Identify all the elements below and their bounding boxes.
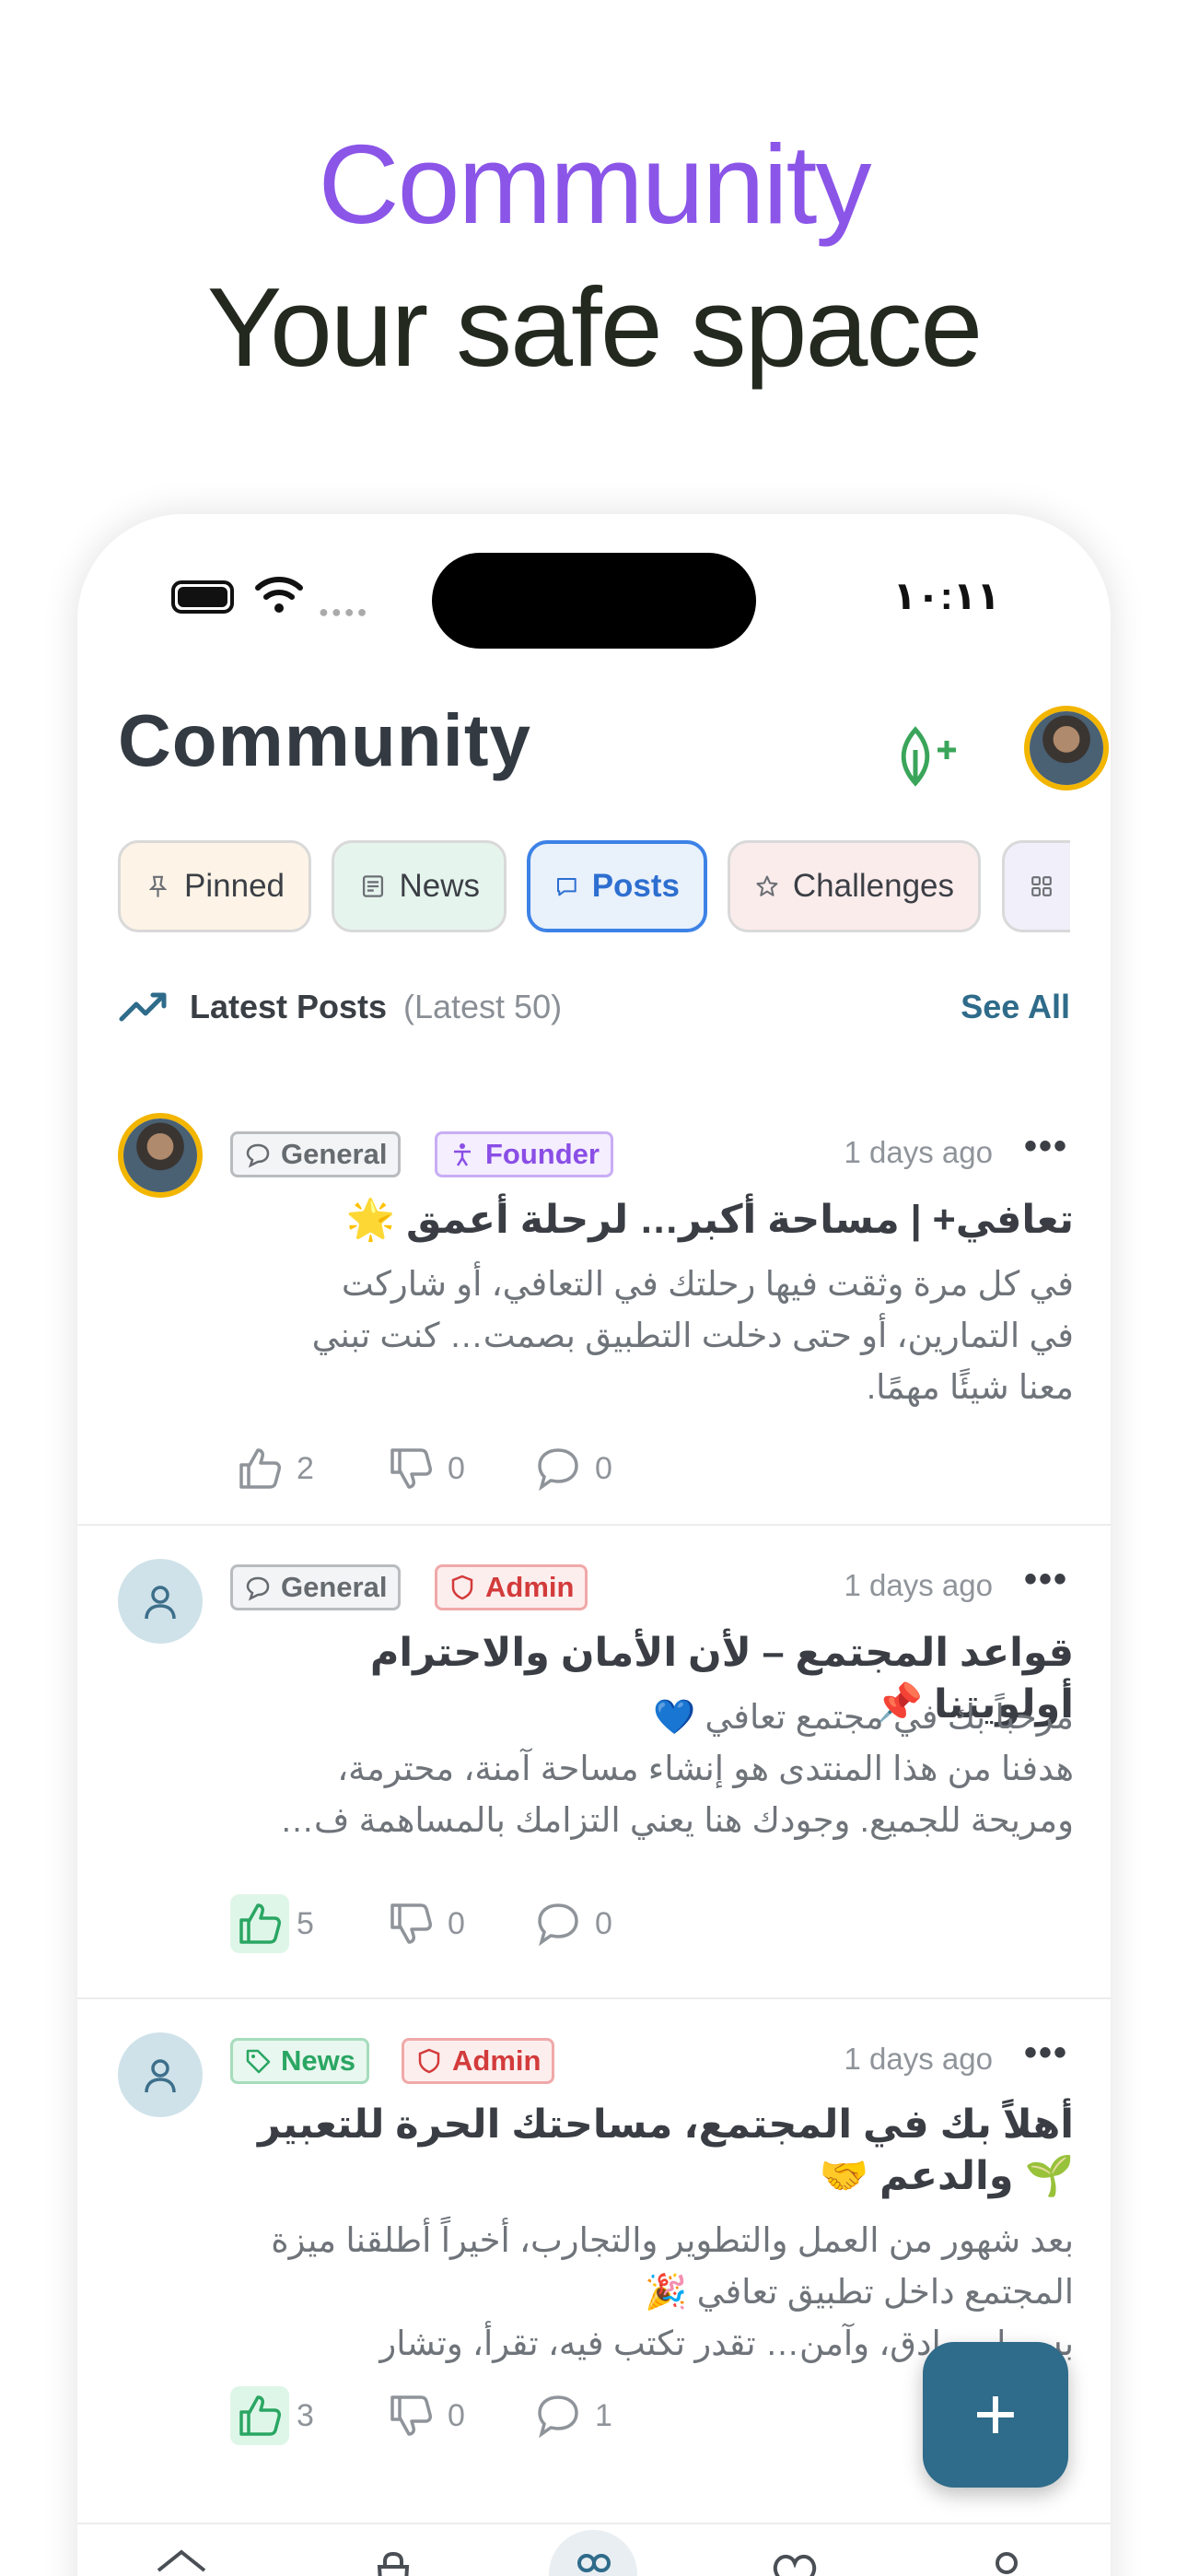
thumbs-up-icon xyxy=(230,1894,289,1953)
post-time: 1 days ago xyxy=(844,1568,993,1602)
tab-label: News xyxy=(399,868,480,904)
battery-icon xyxy=(171,580,234,614)
thumbs-up-icon xyxy=(230,1439,289,1498)
chat-icon xyxy=(246,1143,270,1168)
comment-button[interactable]: 0 xyxy=(529,1894,612,1953)
thumbs-down-icon xyxy=(381,2386,440,2445)
heart-link-icon[interactable] xyxy=(764,2543,825,2576)
user-icon xyxy=(145,2059,176,2093)
phone-frame: ●●●● ١٠:١١ Community Pinned News Posts C… xyxy=(77,514,1111,2576)
wifi-icon xyxy=(255,577,303,613)
comment-icon xyxy=(529,2386,588,2445)
badge-admin: Admin xyxy=(435,1564,588,1610)
tab-posts[interactable]: Posts xyxy=(527,840,707,932)
dynamic-island xyxy=(432,553,756,649)
dislike-button[interactable]: 0 xyxy=(381,1894,465,1953)
like-button[interactable]: 5 xyxy=(230,1894,314,1953)
thumbs-down-icon xyxy=(381,1894,440,1953)
page-title: Community xyxy=(118,699,531,781)
person-icon xyxy=(454,1143,471,1166)
post-title[interactable]: تعافي+ | مساحة أكبر… لرحلة أعمق 🌟 xyxy=(230,1194,1074,1246)
badge-general: General xyxy=(230,1131,402,1177)
comment-button[interactable]: 1 xyxy=(529,2386,612,2445)
chat-icon xyxy=(246,1576,270,1601)
post-card[interactable]: General Founder 1 days ago ••• تعافي+ | … xyxy=(77,1083,1111,1526)
dislike-button[interactable]: 0 xyxy=(381,1439,465,1498)
promo-title: Community xyxy=(318,122,872,247)
post-card[interactable]: General Admin 1 days ago ••• قواعد المجت… xyxy=(77,1528,1111,1999)
user-icon xyxy=(145,1586,176,1620)
badge-admin: Admin xyxy=(402,2038,555,2084)
author-avatar[interactable] xyxy=(118,1113,203,1198)
more-options-icon[interactable]: ••• xyxy=(1024,1559,1068,1600)
latest-posts-count: (Latest 50) xyxy=(403,988,563,1025)
pin-icon xyxy=(148,875,168,897)
community-icon[interactable] xyxy=(563,2543,623,2576)
comment-icon xyxy=(529,1439,588,1498)
new-post-button[interactable]: + xyxy=(923,2342,1068,2488)
more-options-icon[interactable]: ••• xyxy=(1024,2032,1068,2074)
newspaper-icon xyxy=(362,875,384,897)
post-body[interactable]: في كل مرة وثقت فيها رحلتك في التعافي، أو… xyxy=(230,1259,1074,1415)
comment-icon xyxy=(529,1894,588,1953)
post-body[interactable]: مرحباً بك في مجتمع تعافي 💙 هدفنا من هذا … xyxy=(230,1692,1074,1848)
sprout-add-icon[interactable] xyxy=(891,719,967,794)
tab-more[interactable] xyxy=(1002,840,1070,932)
post-title[interactable]: أهلاً بك في المجتمع، مساحتك الحرة للتعبي… xyxy=(230,2099,1074,2202)
category-tabs: Pinned News Posts Challenges xyxy=(118,840,1070,932)
dislike-button[interactable]: 0 xyxy=(381,2386,465,2445)
tab-label: Posts xyxy=(591,868,680,904)
author-avatar[interactable] xyxy=(118,2032,203,2117)
tag-icon xyxy=(246,2049,271,2074)
home-icon[interactable] xyxy=(151,2543,212,2576)
tab-challenges[interactable]: Challenges xyxy=(728,840,981,932)
grid-icon xyxy=(1031,876,1052,896)
community-header: Community xyxy=(118,698,1109,809)
promo-subtitle: Your safe space xyxy=(206,264,983,390)
latest-posts-label: Latest Posts xyxy=(190,988,388,1025)
shield-icon xyxy=(451,1575,473,1600)
status-bar: ●●●● ١٠:١١ xyxy=(77,514,1111,662)
badge-founder: Founder xyxy=(435,1131,613,1177)
tab-news[interactable]: News xyxy=(332,840,507,932)
trending-up-icon xyxy=(119,992,167,1022)
chat-icon xyxy=(557,877,577,896)
bag-icon[interactable] xyxy=(363,2543,424,2576)
comment-button[interactable]: 0 xyxy=(529,1439,612,1498)
thumbs-up-icon xyxy=(230,2386,289,2445)
thumbs-down-icon xyxy=(381,1439,440,1498)
author-avatar[interactable] xyxy=(118,1559,203,1644)
more-options-icon[interactable]: ••• xyxy=(1024,1126,1068,1167)
star-icon xyxy=(756,875,778,896)
see-all-link[interactable]: See All xyxy=(961,988,1070,1026)
badge-news: News xyxy=(230,2038,369,2084)
like-button[interactable]: 2 xyxy=(230,1439,314,1498)
profile-avatar[interactable] xyxy=(1024,706,1109,790)
profile-icon[interactable] xyxy=(976,2543,1037,2576)
tab-pinned[interactable]: Pinned xyxy=(118,840,311,932)
post-time: 1 days ago xyxy=(844,2042,993,2076)
badge-general: General xyxy=(230,1564,402,1610)
like-button[interactable]: 3 xyxy=(230,2386,314,2445)
status-time: ١٠:١١ xyxy=(892,574,1000,617)
signal-icon: ●●●● xyxy=(319,603,370,621)
shield-icon xyxy=(418,2048,440,2074)
post-time: 1 days ago xyxy=(844,1135,993,1169)
tab-label: Pinned xyxy=(184,868,285,904)
latest-posts-row: Latest Posts (Latest 50) See All xyxy=(118,975,1070,1039)
tab-label: Challenges xyxy=(792,868,954,904)
bottom-nav xyxy=(77,2523,1111,2576)
